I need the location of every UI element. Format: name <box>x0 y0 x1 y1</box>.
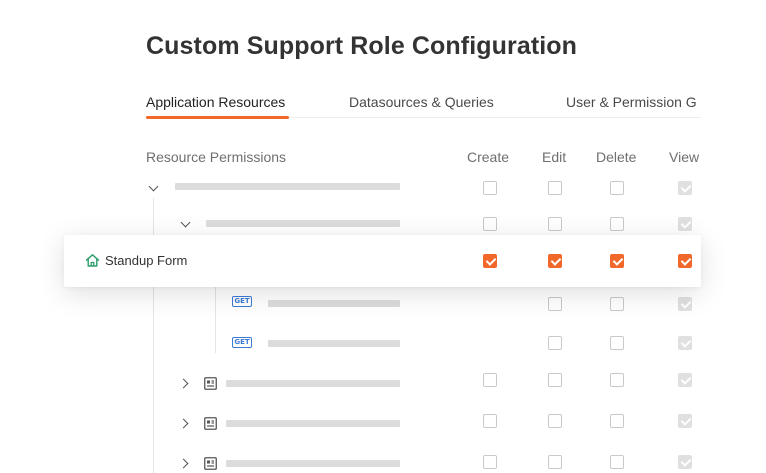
delete-checkbox[interactable] <box>610 336 624 350</box>
tab-user-permission-groups[interactable]: User & Permission G <box>566 94 697 110</box>
view-checkbox[interactable] <box>678 414 692 428</box>
delete-checkbox[interactable] <box>610 455 624 469</box>
page-icon <box>204 417 217 430</box>
delete-checkbox[interactable] <box>610 181 624 195</box>
delete-checkbox[interactable] <box>610 297 624 311</box>
edit-checkbox[interactable] <box>548 373 562 387</box>
get-method-badge: GET <box>232 337 252 348</box>
create-checkbox[interactable] <box>483 217 497 231</box>
tree-guide-line <box>215 287 216 353</box>
view-checkbox[interactable] <box>678 181 692 195</box>
create-checkbox[interactable] <box>483 254 497 268</box>
view-checkbox[interactable] <box>678 373 692 387</box>
highlighted-resource-row[interactable]: Standup Form <box>64 235 701 287</box>
delete-checkbox[interactable] <box>610 373 624 387</box>
tab-bar: Application Resources Datasources & Quer… <box>146 92 701 120</box>
page-title: Custom Support Role Configuration <box>146 32 578 60</box>
page-icon <box>204 457 217 470</box>
create-column-header: Create <box>467 149 510 165</box>
delete-checkbox[interactable] <box>610 217 624 231</box>
resource-permissions-header: Resource Permissions <box>146 149 287 165</box>
create-checkbox[interactable] <box>483 414 497 428</box>
view-column-header: View <box>669 149 700 165</box>
edit-checkbox[interactable] <box>548 455 562 469</box>
page-name-placeholder <box>226 380 400 387</box>
query-name-placeholder <box>268 340 400 347</box>
view-checkbox[interactable] <box>678 217 692 231</box>
edit-checkbox[interactable] <box>548 254 562 268</box>
query-name-placeholder <box>268 300 400 307</box>
tab-application-resources[interactable]: Application Resources <box>146 94 285 110</box>
view-checkbox[interactable] <box>678 455 692 469</box>
edit-column-header: Edit <box>542 149 567 165</box>
create-checkbox[interactable] <box>483 181 497 195</box>
chevron-down-icon[interactable] <box>148 181 159 192</box>
chevron-down-icon[interactable] <box>180 217 191 228</box>
edit-checkbox[interactable] <box>548 336 562 350</box>
view-checkbox[interactable] <box>678 336 692 350</box>
active-tab-indicator <box>146 116 289 119</box>
tab-datasources-queries[interactable]: Datasources & Queries <box>349 94 494 110</box>
chevron-right-icon[interactable] <box>178 418 189 429</box>
page-name-placeholder <box>226 460 400 467</box>
create-checkbox[interactable] <box>483 455 497 469</box>
get-method-badge: GET <box>232 296 252 307</box>
resource-name-placeholder <box>206 220 400 227</box>
chevron-right-icon[interactable] <box>178 378 189 389</box>
view-checkbox[interactable] <box>678 254 692 268</box>
create-checkbox[interactable] <box>483 373 497 387</box>
chevron-right-icon[interactable] <box>178 458 189 469</box>
page-name-placeholder <box>226 420 400 427</box>
edit-checkbox[interactable] <box>548 181 562 195</box>
delete-checkbox[interactable] <box>610 414 624 428</box>
view-checkbox[interactable] <box>678 297 692 311</box>
edit-checkbox[interactable] <box>548 297 562 311</box>
edit-checkbox[interactable] <box>548 217 562 231</box>
tab-divider <box>289 117 701 118</box>
resource-name-placeholder <box>175 183 400 190</box>
home-icon <box>85 254 100 267</box>
page-icon <box>204 377 217 390</box>
resource-label: Standup Form <box>105 253 188 268</box>
delete-column-header: Delete <box>596 149 637 165</box>
delete-checkbox[interactable] <box>610 254 624 268</box>
edit-checkbox[interactable] <box>548 414 562 428</box>
